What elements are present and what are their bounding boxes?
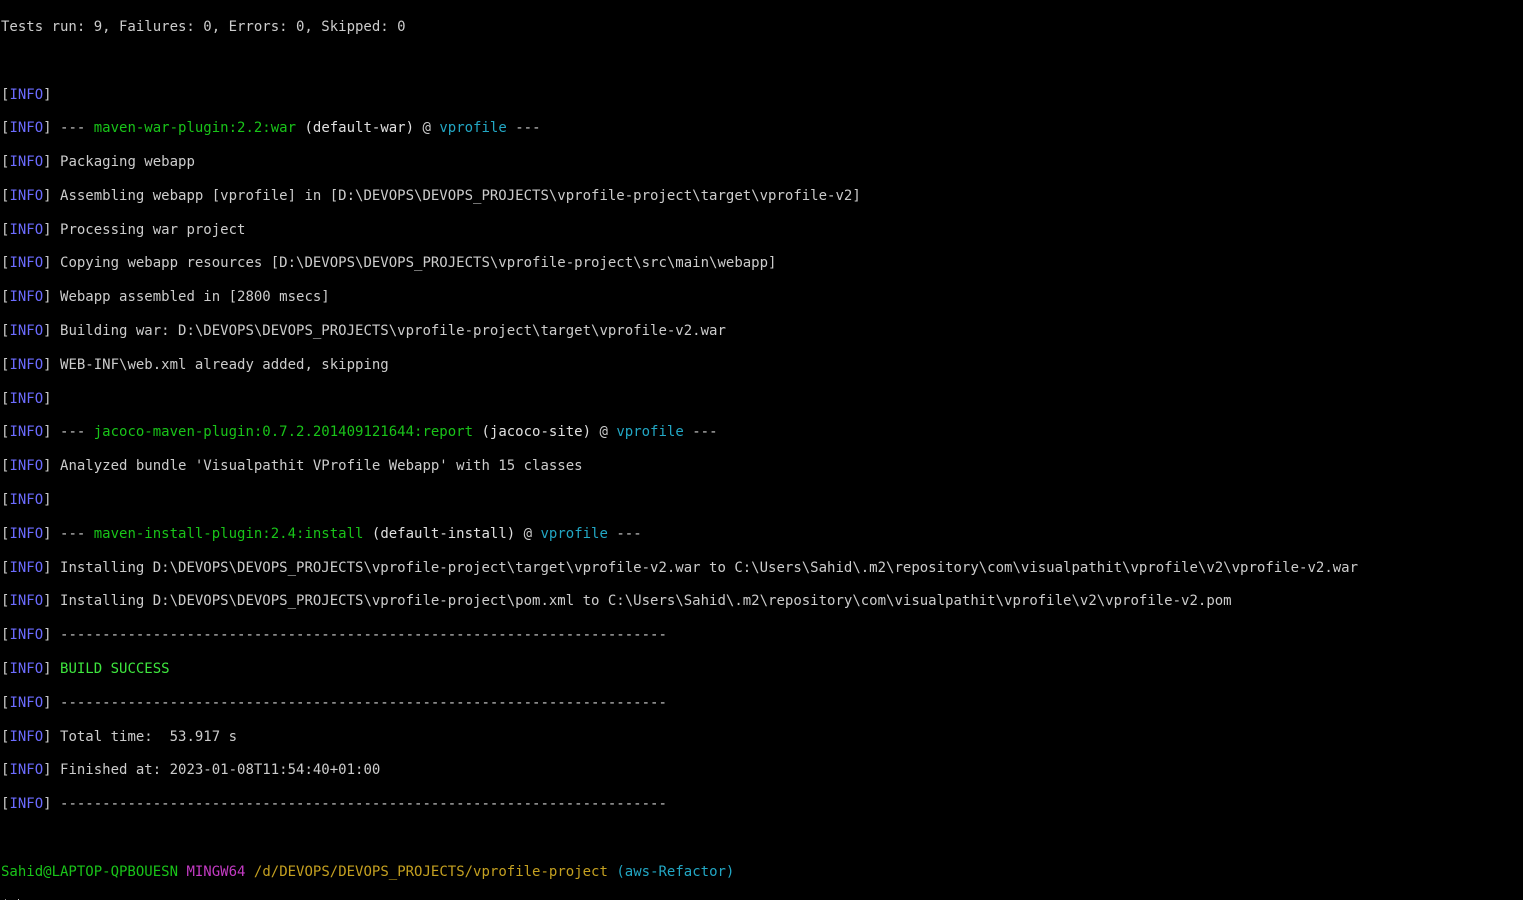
- info-tag: INFO: [9, 458, 44, 475]
- log-line-jacoco-plugin: [INFO] --- jacoco-maven-plugin:0.7.2.201…: [1, 424, 718, 441]
- log-line-separator: [INFO] ---------------------------------…: [1, 796, 667, 813]
- prompt-branch: (aws-Refactor): [616, 863, 735, 880]
- shell-prompt: Sahid@LAPTOP-QPBOUESN MINGW64 /d/DEVOPS/…: [1, 864, 1523, 881]
- info-tag: INFO: [9, 796, 44, 813]
- log-line: [INFO] Packaging webapp: [1, 154, 195, 171]
- prompt-user-host: Sahid@LAPTOP-QPBOUESN: [1, 863, 179, 880]
- project-name: vprofile: [439, 120, 507, 137]
- info-tag: INFO: [9, 762, 44, 779]
- info-tag: INFO: [9, 120, 44, 137]
- info-tag: INFO: [9, 728, 44, 745]
- log-line-separator: [INFO] ---------------------------------…: [1, 694, 667, 711]
- log-line-separator: [INFO] ---------------------------------…: [1, 627, 667, 644]
- prompt-symbol: $: [1, 898, 9, 900]
- info-tag: INFO: [9, 424, 44, 441]
- info-tag: INFO: [9, 255, 44, 272]
- log-line-total-time: [INFO] Total time: 53.917 s: [1, 728, 238, 745]
- log-line: [INFO] Analyzed bundle 'Visualpathit VPr…: [1, 458, 583, 475]
- build-status: BUILD SUCCESS: [60, 661, 170, 678]
- plugin-goal: (default-war): [304, 120, 415, 137]
- plugin-name: jacoco-maven-plugin:0.7.2.201409121644:r…: [93, 424, 474, 441]
- prompt-system: MINGW64: [186, 863, 246, 880]
- log-line-build-success: [INFO] BUILD SUCCESS: [1, 661, 170, 678]
- info-tag: INFO: [9, 593, 44, 610]
- terminal-output[interactable]: Tests run: 9, Failures: 0, Errors: 0, Sk…: [0, 0, 1523, 900]
- info-tag: INFO: [9, 289, 44, 306]
- log-line: [INFO]: [1, 390, 52, 407]
- log-line: [INFO] Copying webapp resources [D:\DEVO…: [1, 255, 777, 272]
- info-tag: INFO: [9, 323, 44, 340]
- log-line-finished-at: [INFO] Finished at: 2023-01-08T11:54:40+…: [1, 762, 381, 779]
- plugin-name: maven-war-plugin:2.2:war: [93, 120, 297, 137]
- project-name: vprofile: [540, 525, 608, 542]
- info-tag: INFO: [9, 694, 44, 711]
- tests-summary-line: Tests run: 9, Failures: 0, Errors: 0, Sk…: [1, 18, 406, 35]
- info-tag: INFO: [9, 356, 44, 373]
- plugin-name: maven-install-plugin:2.4:install: [93, 525, 364, 542]
- log-line: [INFO] Webapp assembled in [2800 msecs]: [1, 289, 330, 306]
- info-tag: INFO: [9, 492, 44, 509]
- command-input-line[interactable]: $: [1, 898, 1523, 900]
- log-line: [INFO] Building war: D:\DEVOPS\DEVOPS_PR…: [1, 323, 726, 340]
- log-line: [INFO] Processing war project: [1, 221, 246, 238]
- prompt-path: /d/DEVOPS/DEVOPS_PROJECTS/vprofile-proje…: [253, 863, 608, 880]
- log-line: [INFO] Installing D:\DEVOPS\DEVOPS_PROJE…: [1, 593, 1232, 610]
- plugin-goal: (jacoco-site): [481, 424, 592, 441]
- log-line: [INFO] WEB-INF\web.xml already added, sk…: [1, 356, 389, 373]
- log-line: [INFO]: [1, 492, 52, 509]
- info-tag: INFO: [9, 627, 44, 644]
- info-tag: INFO: [9, 661, 44, 678]
- info-tag: INFO: [9, 154, 44, 171]
- log-line: [INFO] Assembling webapp [vprofile] in […: [1, 187, 861, 204]
- log-line-install-plugin: [INFO] --- maven-install-plugin:2.4:inst…: [1, 525, 642, 542]
- plugin-goal: (default-install): [371, 525, 516, 542]
- project-name: vprofile: [616, 424, 684, 441]
- info-tag: INFO: [9, 221, 44, 238]
- info-tag: INFO: [9, 187, 44, 204]
- log-line: [INFO] Installing D:\DEVOPS\DEVOPS_PROJE…: [1, 559, 1359, 576]
- log-line: [INFO]: [1, 86, 52, 103]
- text-cursor: [17, 898, 19, 900]
- info-tag: INFO: [9, 86, 44, 103]
- info-tag: INFO: [9, 559, 44, 576]
- info-tag: INFO: [9, 390, 44, 407]
- info-tag: INFO: [9, 525, 44, 542]
- log-line-war-plugin: [INFO] --- maven-war-plugin:2.2:war (def…: [1, 120, 541, 137]
